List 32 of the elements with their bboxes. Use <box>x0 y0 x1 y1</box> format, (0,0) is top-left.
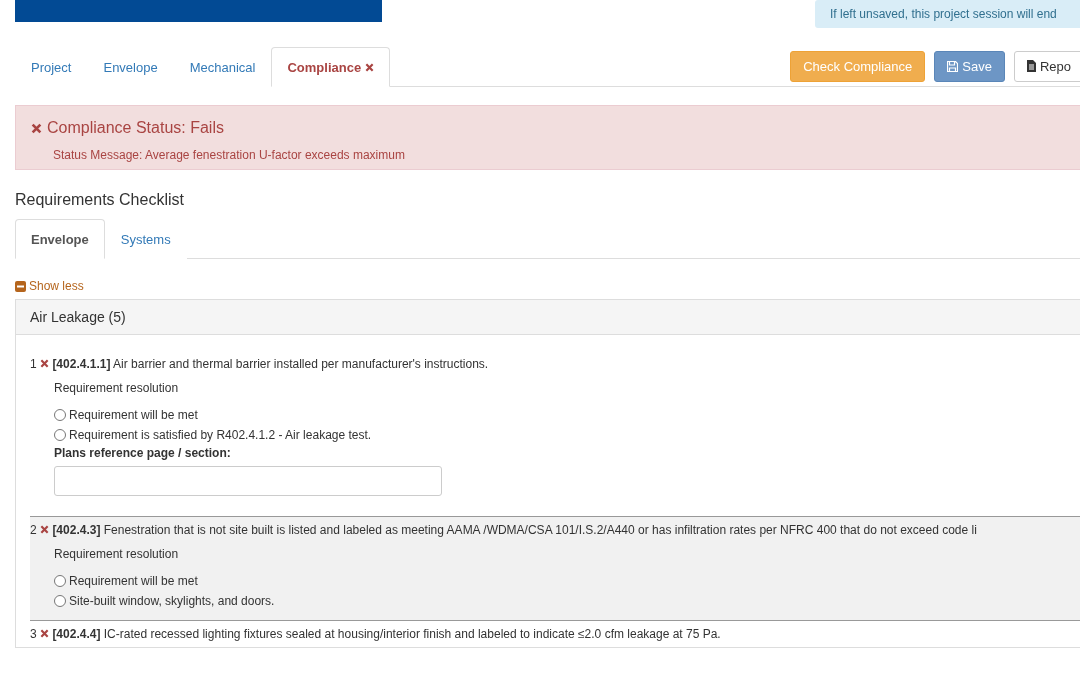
requirement-text: 2 [402.4.3] Fenestration that is not site built is listed and labeled as meeting AAMA /WDMA/CSA 101/I.S.2/A440 or has infiltration rates per NFRC 400 that do not exceed code li <box>30 523 978 537</box>
minus-icon <box>15 280 26 292</box>
option-label: Requirement is satisfied by R402.4.1.2 - Air leakage test. <box>69 428 372 442</box>
alert-message: Status Message: Average fenestration U-factor exceeds maximum <box>53 148 406 162</box>
requirement-text: 3 [402.4.4] IC-rated recessed lighting fixtures sealed at housing/interior finish and labeled to indicate ≤2.0 cfm leakage at 75 Pa. <box>30 627 722 641</box>
close-icon <box>31 122 42 134</box>
panel-header: Air Leakage (5) <box>16 300 1080 335</box>
input-field[interactable] <box>54 466 442 496</box>
radio-button[interactable] <box>54 429 66 441</box>
radio-button[interactable] <box>54 409 66 421</box>
session-notice: If left unsaved, this project session will end <box>815 0 1080 28</box>
close-icon <box>40 525 50 534</box>
resolution-label: Requirement resolution <box>54 547 180 561</box>
option-label: Requirement will be met <box>69 574 198 588</box>
close-icon <box>40 629 50 638</box>
checklist-tab[interactable]: Envelope <box>15 219 105 259</box>
option-label: Requirement will be met <box>69 408 198 422</box>
close-icon <box>40 359 50 368</box>
section-heading: Requirements Checklist <box>15 191 185 209</box>
close-icon <box>365 63 375 72</box>
resolution-label: Requirement resolution <box>54 381 180 395</box>
alert-title: Compliance Status: Fails <box>47 119 224 137</box>
document-icon <box>1026 60 1036 72</box>
field-label: Plans reference page / section: <box>54 446 232 460</box>
option-label: Site-built window, skylights, and doors. <box>69 594 275 608</box>
requirement-text: 1 [402.4.1.1] Air barrier and thermal barrier installed per manufacturer's instructions. <box>30 357 490 371</box>
report-button[interactable]: Repo <box>1013 50 1080 82</box>
show-less-link[interactable]: Show less <box>15 279 84 293</box>
radio-button[interactable] <box>54 595 66 607</box>
radio-button[interactable] <box>54 575 66 587</box>
save-button[interactable]: Save <box>934 50 1005 82</box>
nav-tab[interactable]: Compliance <box>271 47 391 87</box>
